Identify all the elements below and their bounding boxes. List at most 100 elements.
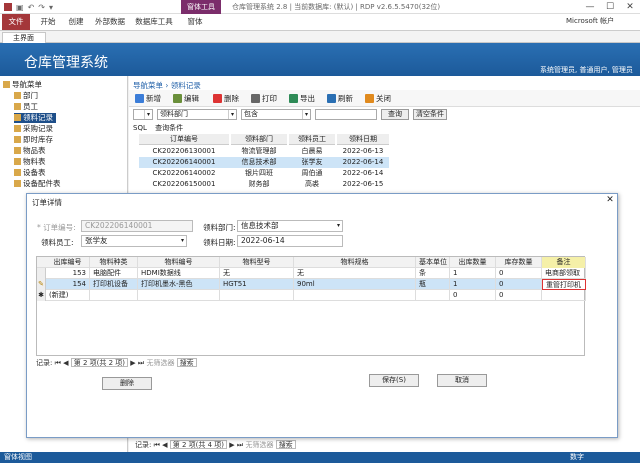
grid-row[interactable]: 153 电脑配件 HDMI数据线 无 无 条 1 0 电商部领取 bbox=[37, 268, 586, 279]
nav-root[interactable]: 导航菜单 bbox=[3, 80, 42, 90]
column-header[interactable]: 物料型号 bbox=[220, 257, 294, 268]
minimize-button[interactable]: — bbox=[580, 0, 600, 14]
grid-cell[interactable]: 无 bbox=[220, 268, 294, 279]
column-header[interactable]: 领料日期 bbox=[337, 134, 389, 145]
grid-cell[interactable]: 0 bbox=[496, 279, 542, 290]
tab-database-tools[interactable]: 数据库工具 bbox=[133, 14, 175, 30]
delete-detail-button[interactable]: 删除 bbox=[102, 377, 152, 390]
grid-cell[interactable]: 无 bbox=[294, 268, 416, 279]
date-field[interactable]: 2022-06-14 bbox=[237, 235, 343, 247]
refresh-button[interactable]: 刷新 bbox=[327, 92, 353, 105]
grid-cell[interactable]: 瓶 bbox=[416, 279, 450, 290]
tab-main-screen[interactable]: 主界面 bbox=[2, 32, 46, 43]
grid-cell[interactable] bbox=[294, 290, 416, 301]
column-header[interactable]: 出库编号 bbox=[46, 257, 90, 268]
column-header[interactable]: 库存数量 bbox=[496, 257, 542, 268]
last-record-icon[interactable]: ⏭ bbox=[138, 359, 144, 367]
next-record-icon[interactable]: ▶ bbox=[229, 441, 234, 449]
grid-new-row[interactable]: ✱ (新建) 0 0 bbox=[37, 290, 586, 301]
nav-item-purchase[interactable]: 采购记录 bbox=[14, 124, 53, 134]
grid-cell[interactable]: HDMI数据线 bbox=[138, 268, 220, 279]
nav-item-inventory[interactable]: 即时库存 bbox=[14, 135, 53, 145]
redo-icon[interactable]: ↷ bbox=[38, 3, 45, 12]
filter-operator-select[interactable]: 包含 ▾ bbox=[241, 109, 311, 120]
column-header[interactable]: 物料编号 bbox=[138, 257, 220, 268]
search-button[interactable]: 查询 bbox=[381, 109, 409, 120]
grid-cell[interactable]: 0 bbox=[496, 268, 542, 279]
prev-record-icon[interactable]: ◀ bbox=[63, 359, 68, 367]
grid-cell[interactable]: 153 bbox=[46, 268, 90, 279]
first-record-icon[interactable]: ⏮ bbox=[154, 441, 160, 449]
grid-cell[interactable]: 0 bbox=[496, 290, 542, 301]
undo-icon[interactable]: ↶ bbox=[28, 3, 35, 12]
grid-cell[interactable]: (新建) bbox=[46, 290, 90, 301]
no-filter-indicator[interactable]: 无筛选器 bbox=[245, 441, 273, 449]
grid-cell[interactable]: 条 bbox=[416, 268, 450, 279]
maximize-button[interactable]: ☐ bbox=[600, 0, 620, 14]
tab-form[interactable]: 窗体 bbox=[183, 14, 207, 30]
dialog-close-icon[interactable]: ✕ bbox=[604, 195, 616, 206]
grid-cell[interactable]: 90ml bbox=[294, 279, 416, 290]
delete-button[interactable]: 删除 bbox=[213, 92, 239, 105]
column-header[interactable]: 出库数量 bbox=[450, 257, 496, 268]
grid-cell[interactable]: HGT51 bbox=[220, 279, 294, 290]
print-button[interactable]: 打印 bbox=[251, 92, 277, 105]
grid-cell[interactable]: 1 bbox=[450, 279, 496, 290]
account-link[interactable]: Microsoft 帐户 bbox=[566, 16, 614, 26]
remark-input[interactable]: 重管打印机 bbox=[542, 279, 586, 290]
grid-cell[interactable]: 0 bbox=[450, 290, 496, 301]
column-header[interactable]: 备注 bbox=[542, 257, 586, 268]
last-record-icon[interactable]: ⏭ bbox=[237, 441, 243, 449]
grid-cell[interactable]: 电脑配件 bbox=[90, 268, 138, 279]
prev-record-icon[interactable]: ◀ bbox=[162, 441, 167, 449]
filter-logic-select[interactable]: ▾ bbox=[133, 109, 153, 120]
record-search[interactable]: 搜索 bbox=[275, 440, 296, 449]
tab-create[interactable]: 创建 bbox=[64, 14, 88, 30]
tab-file[interactable]: 文件 bbox=[2, 14, 30, 30]
nav-item-items[interactable]: 物品表 bbox=[14, 146, 46, 156]
column-header[interactable]: 物料种类 bbox=[90, 257, 138, 268]
tab-sql[interactable]: SQL bbox=[133, 124, 147, 132]
cancel-button[interactable]: 取消 bbox=[437, 374, 487, 387]
tab-external-data[interactable]: 外部数据 bbox=[92, 14, 128, 30]
export-button[interactable]: 导出 bbox=[289, 92, 315, 105]
grid-cell[interactable]: 电商部领取 bbox=[542, 268, 586, 279]
column-header[interactable]: 领料部门 bbox=[231, 134, 287, 145]
filter-value-input[interactable] bbox=[315, 109, 377, 120]
nav-item-materials[interactable]: 物料表 bbox=[14, 157, 46, 167]
dept-select[interactable]: 信息技术部 ▾ bbox=[237, 220, 343, 232]
table-row[interactable]: CK202206150001 财务部 高裘 2022-06-15 bbox=[139, 179, 389, 190]
row-selector[interactable] bbox=[37, 268, 46, 279]
nav-item-employee[interactable]: 员工 bbox=[14, 102, 38, 112]
table-row[interactable]: CK202206140001 信息技术部 张学友 2022-06-14 bbox=[139, 157, 389, 168]
table-row[interactable]: CK202206140002 银片四班 周伯通 2022-06-14 bbox=[139, 168, 389, 179]
next-record-icon[interactable]: ▶ bbox=[130, 359, 135, 367]
record-search[interactable]: 搜索 bbox=[176, 358, 197, 367]
nav-item-equipment[interactable]: 设备表 bbox=[14, 168, 46, 178]
record-position[interactable]: 第 2 项(共 2 项) bbox=[70, 358, 129, 367]
column-header[interactable]: 订单编号 bbox=[139, 134, 229, 145]
table-row[interactable]: CK202206130001 物流管理部 白晨易 2022-06-13 bbox=[139, 146, 389, 157]
grid-cell[interactable]: 154 bbox=[46, 279, 90, 290]
order-no-field[interactable]: CK202206140001 bbox=[81, 220, 193, 232]
grid-cell[interactable] bbox=[416, 290, 450, 301]
nav-item-dept[interactable]: 部门 bbox=[14, 91, 38, 101]
grid-cell[interactable] bbox=[542, 290, 586, 301]
grid-cell[interactable] bbox=[90, 290, 138, 301]
nav-item-equipment-parts[interactable]: 设备配件表 bbox=[14, 179, 61, 189]
edit-button[interactable]: 编辑 bbox=[173, 92, 199, 105]
save-icon[interactable]: ▣ bbox=[16, 3, 24, 12]
first-record-icon[interactable]: ⏮ bbox=[55, 359, 61, 367]
record-position[interactable]: 第 2 项(共 4 项) bbox=[169, 440, 228, 449]
nav-item-requisition[interactable]: 领料记录 bbox=[14, 113, 56, 123]
grid-cell[interactable]: 打印机墨水-黑色 bbox=[138, 279, 220, 290]
column-header[interactable]: 基本单位 bbox=[416, 257, 450, 268]
grid-cell[interactable]: 1 bbox=[450, 268, 496, 279]
column-header[interactable]: 领料员工 bbox=[289, 134, 335, 145]
tab-query-conditions[interactable]: 查询条件 bbox=[155, 124, 183, 132]
grid-cell[interactable]: 打印机设备 bbox=[90, 279, 138, 290]
employee-select[interactable]: 张学友 ▾ bbox=[81, 235, 187, 247]
grid-cell[interactable] bbox=[138, 290, 220, 301]
customize-icon[interactable]: ▾ bbox=[49, 3, 53, 12]
pencil-icon[interactable]: ✎ bbox=[37, 279, 46, 290]
